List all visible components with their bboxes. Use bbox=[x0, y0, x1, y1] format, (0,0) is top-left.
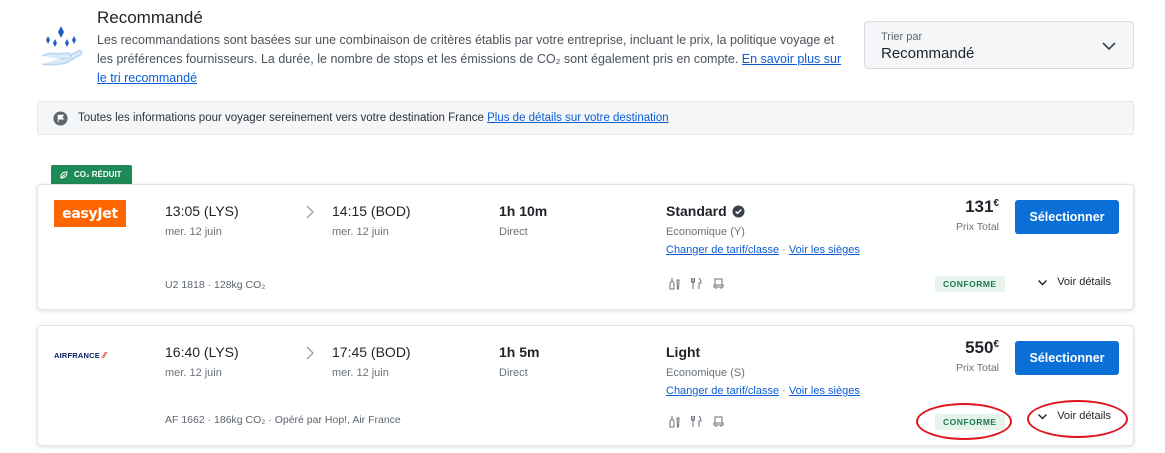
view-details-toggle[interactable]: Voir détails bbox=[1037, 276, 1111, 288]
flag-icon bbox=[53, 111, 68, 126]
fare-badge-icon bbox=[732, 204, 745, 218]
recommendation-banner: Recommandé Les recommandations sont basé… bbox=[36, 6, 856, 96]
fare-name: Light bbox=[666, 344, 700, 360]
compliance-badge: CONFORME bbox=[935, 276, 1005, 292]
change-fare-link[interactable]: Changer de tarif/classe bbox=[666, 385, 779, 397]
select-button[interactable]: Sélectionner bbox=[1015, 200, 1119, 234]
chevron-right-icon bbox=[306, 205, 314, 219]
link-separator: · bbox=[779, 385, 789, 397]
chevron-down-icon bbox=[1038, 413, 1048, 419]
info-text: Toutes les informations pour voyager ser… bbox=[78, 112, 484, 124]
recommendation-icon bbox=[41, 26, 83, 66]
fare-name: Standard bbox=[666, 203, 745, 219]
amenities bbox=[668, 415, 725, 428]
compliance-badge: CONFORME bbox=[935, 414, 1005, 430]
airline-logo-text: AIRFRANCE bbox=[54, 350, 100, 360]
seat-icon bbox=[713, 278, 724, 289]
departure-time: 16:40 (LYS) bbox=[165, 344, 239, 360]
departure-date: mer. 12 juin bbox=[165, 226, 222, 238]
price-label: Prix Total bbox=[956, 362, 999, 374]
flight-stops: Direct bbox=[499, 367, 528, 379]
flight-card: AIRFRANCE ⁄⁄ 16:40 (LYS) mer. 12 juin 17:… bbox=[37, 325, 1134, 446]
sort-value: Recommandé bbox=[881, 45, 975, 62]
flight-stops: Direct bbox=[499, 226, 528, 238]
flight-duration: 1h 10m bbox=[499, 203, 548, 219]
view-seats-link[interactable]: Voir les sièges bbox=[789, 385, 860, 397]
price-currency: € bbox=[993, 198, 999, 209]
fare-links: Changer de tarif/classe · Voir les siège… bbox=[666, 385, 860, 397]
chevron-right-icon bbox=[306, 346, 314, 360]
flight-duration: 1h 5m bbox=[499, 344, 540, 360]
total-price: 131€ bbox=[965, 197, 999, 217]
recommendation-description: Les recommandations sont basées sur une … bbox=[97, 31, 852, 88]
price-currency: € bbox=[993, 339, 999, 350]
price-label: Prix Total bbox=[956, 221, 999, 233]
select-button[interactable]: Sélectionner bbox=[1015, 341, 1119, 375]
sort-label: Trier par bbox=[881, 31, 923, 43]
recommendation-text: Les recommandations sont basées sur une … bbox=[97, 33, 835, 66]
total-price: 550€ bbox=[965, 338, 999, 358]
departure-time: 13:05 (LYS) bbox=[165, 203, 239, 219]
amenities bbox=[668, 277, 725, 290]
flight-card: easyJet 13:05 (LYS) mer. 12 juin 14:15 (… bbox=[37, 184, 1134, 310]
arrival-time: 17:45 (BOD) bbox=[332, 344, 411, 360]
airline-logo-airfrance: AIRFRANCE ⁄⁄ bbox=[54, 350, 107, 360]
destination-info-bar: Toutes les informations pour voyager ser… bbox=[37, 101, 1134, 135]
recommendation-title: Recommandé bbox=[97, 8, 203, 27]
leaf-icon bbox=[60, 170, 68, 179]
view-details-label: Voir détails bbox=[1057, 410, 1111, 422]
seat-icon bbox=[713, 416, 724, 427]
sort-dropdown[interactable]: Trier par Recommandé bbox=[864, 21, 1134, 69]
fare-links: Changer de tarif/classe · Voir les siège… bbox=[666, 244, 860, 256]
fare-label: Standard bbox=[666, 203, 727, 219]
destination-details-link[interactable]: Plus de détails sur votre destination bbox=[487, 112, 669, 124]
co2-badge-label: CO₂ RÉDUIT bbox=[74, 170, 122, 179]
arrival-time: 14:15 (BOD) bbox=[332, 203, 411, 219]
drink-icon bbox=[669, 416, 680, 428]
chevron-down-icon bbox=[1102, 42, 1116, 51]
arrival-date: mer. 12 juin bbox=[332, 226, 389, 238]
co2-reduced-badge: CO₂ RÉDUIT bbox=[51, 165, 132, 184]
view-details-toggle[interactable]: Voir détails bbox=[1037, 410, 1111, 422]
departure-date: mer. 12 juin bbox=[165, 367, 222, 379]
change-fare-link[interactable]: Changer de tarif/classe bbox=[666, 244, 779, 256]
fare-label: Light bbox=[666, 344, 701, 360]
price-value: 131 bbox=[965, 197, 994, 216]
destination-info-text: Toutes les informations pour voyager ser… bbox=[78, 112, 669, 124]
airline-logo-easyjet: easyJet bbox=[54, 200, 126, 227]
meal-icon bbox=[691, 415, 702, 427]
arrival-date: mer. 12 juin bbox=[332, 367, 389, 379]
price-value: 550 bbox=[965, 338, 994, 357]
drink-icon bbox=[669, 278, 680, 290]
meal-icon bbox=[691, 277, 702, 289]
flight-number-emissions: AF 1662 · 186kg CO₂ · Opéré par Hop!, Ai… bbox=[165, 414, 401, 426]
view-seats-link[interactable]: Voir les sièges bbox=[789, 244, 860, 256]
link-separator: · bbox=[779, 244, 789, 256]
chevron-down-icon bbox=[1038, 279, 1048, 285]
cabin-class: Economique (Y) bbox=[666, 226, 745, 238]
flight-number-emissions: U2 1818 · 128kg CO₂ bbox=[165, 279, 266, 291]
view-details-label: Voir détails bbox=[1057, 276, 1111, 288]
cabin-class: Economique (S) bbox=[666, 367, 745, 379]
